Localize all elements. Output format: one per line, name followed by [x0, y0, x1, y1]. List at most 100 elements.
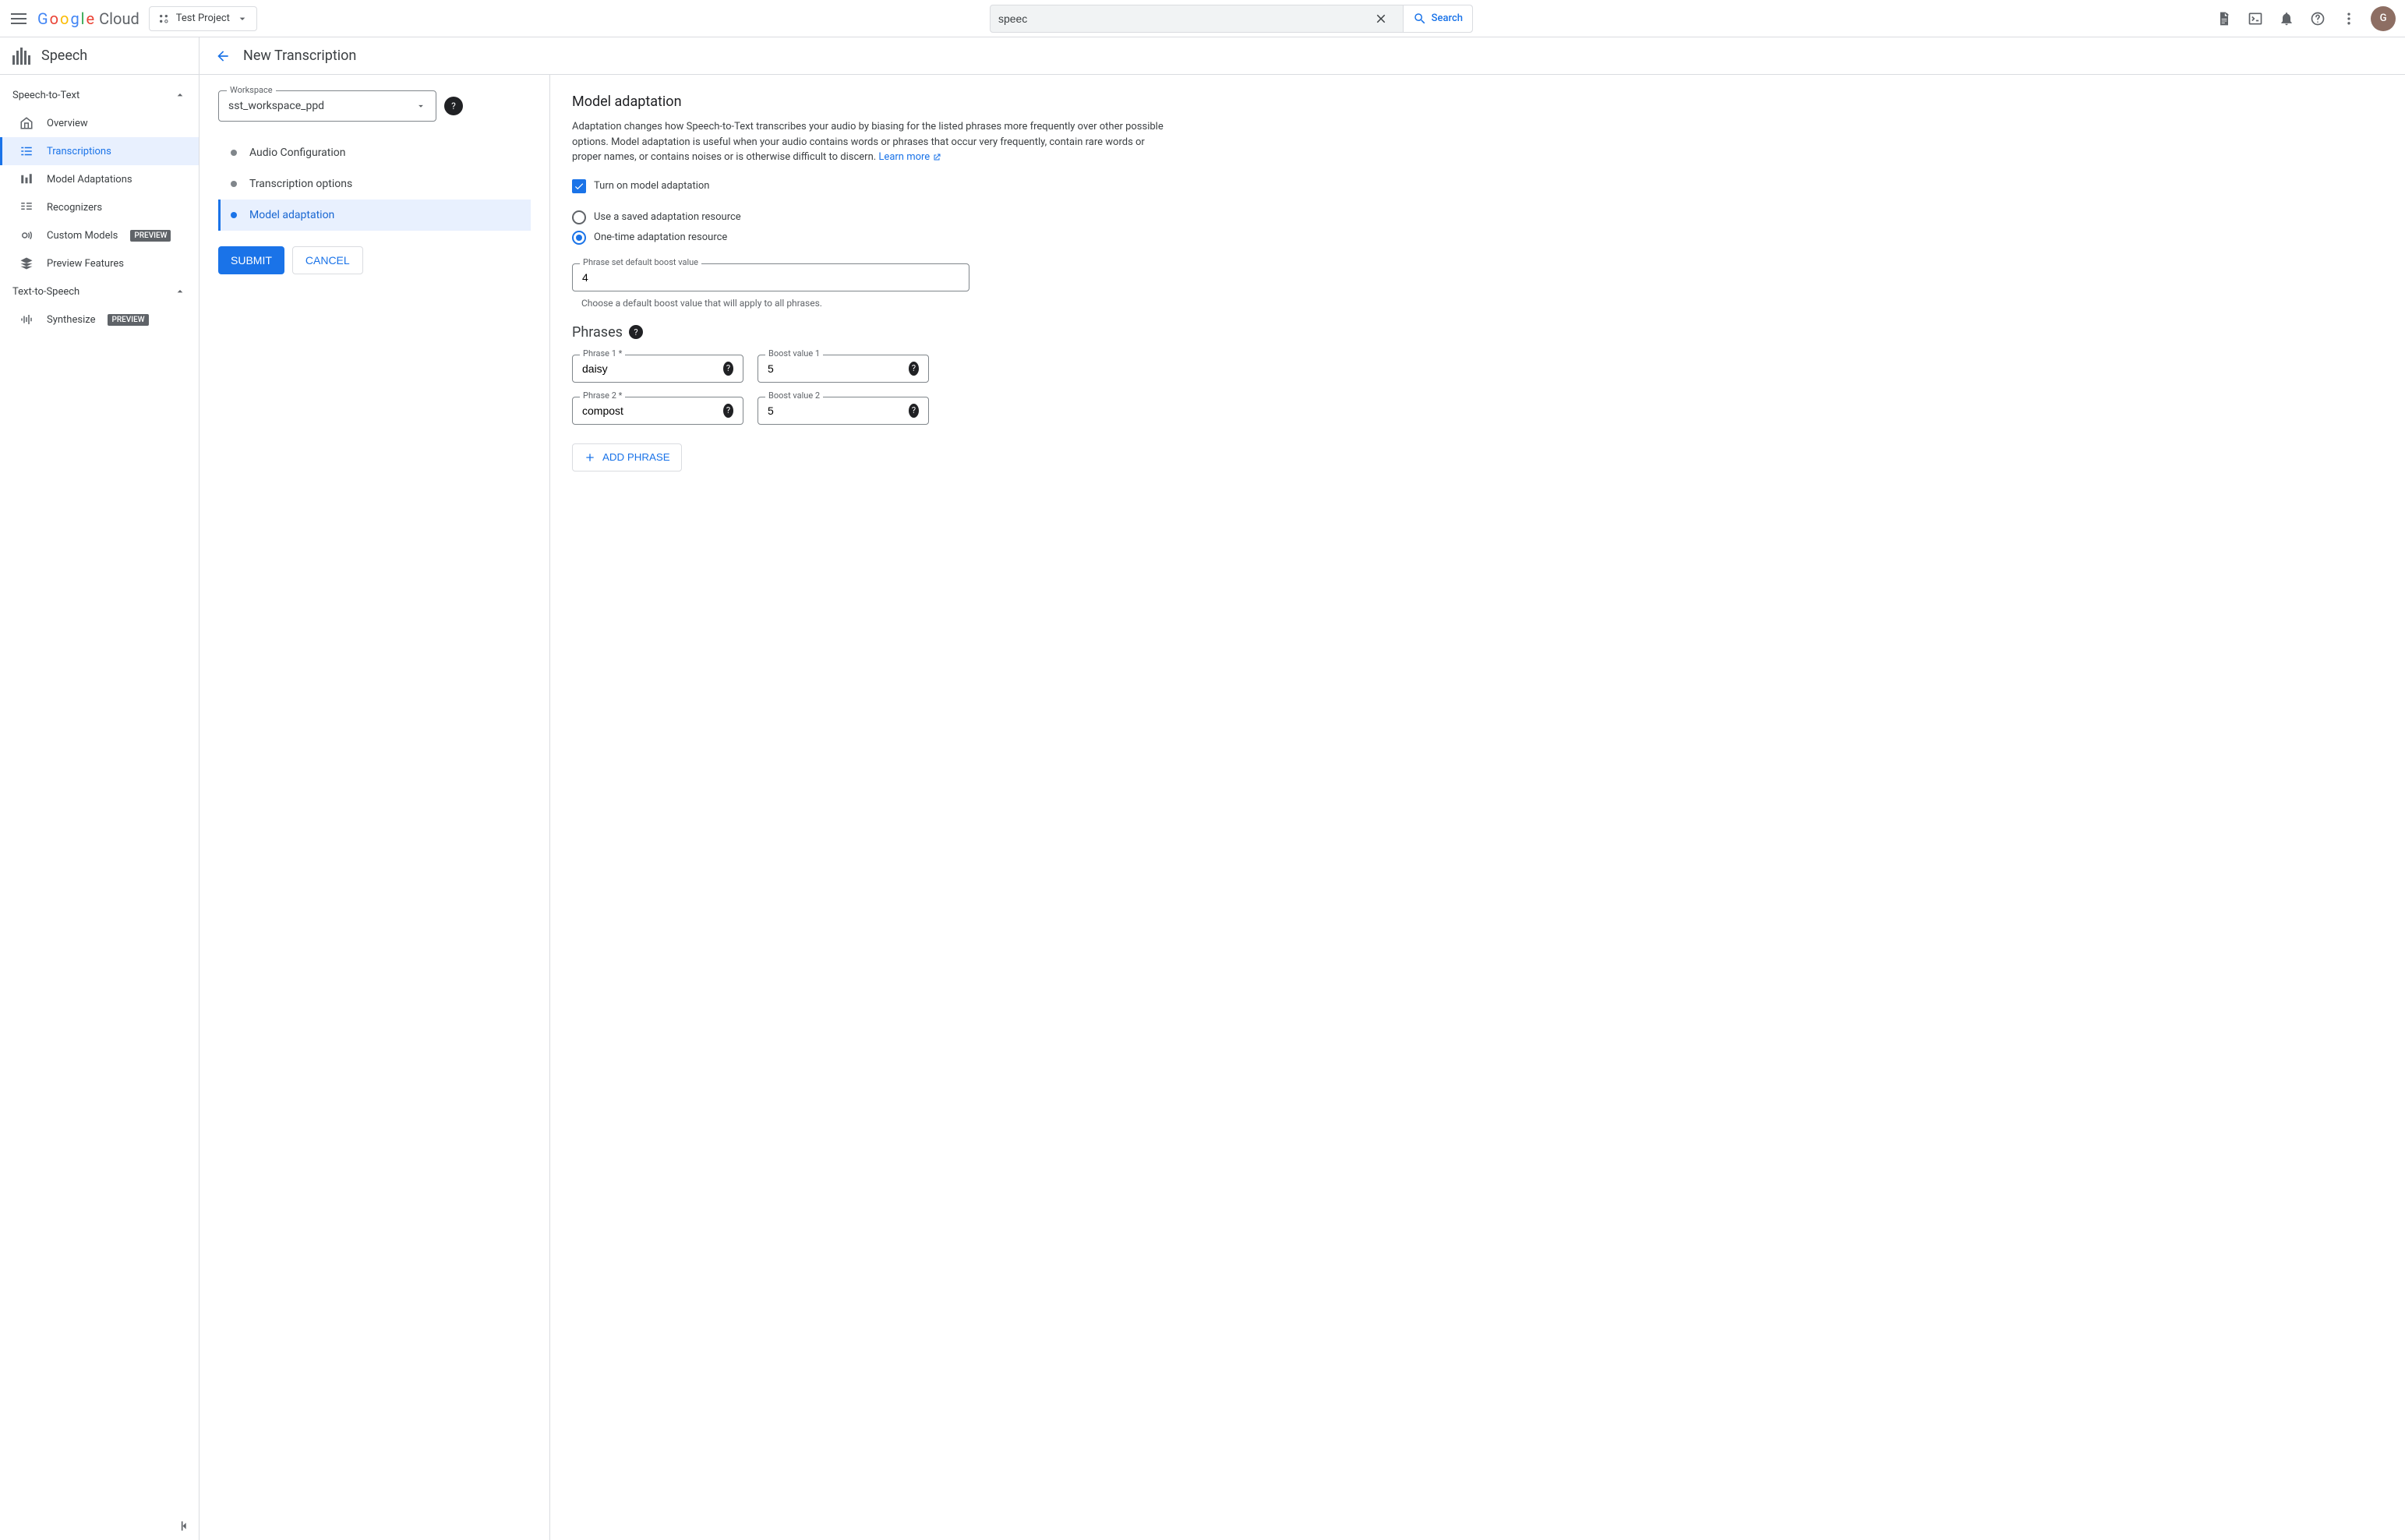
chevron-down-icon — [236, 12, 249, 25]
workspace-select[interactable]: Workspace sst_workspace_ppd — [218, 90, 436, 122]
steps-column: Workspace sst_workspace_ppd ? Audio Conf… — [200, 75, 550, 1540]
page-title: New Transcription — [243, 48, 356, 64]
field-label: Phrase 1 * — [580, 348, 625, 359]
avatar[interactable]: G — [2371, 6, 2396, 31]
phrase-1-field-wrap: Phrase 1 * ? — [572, 355, 743, 383]
workspace-value: sst_workspace_ppd — [228, 100, 415, 112]
help-icon[interactable]: ? — [723, 404, 733, 418]
sidebar-item-synthesize[interactable]: Synthesize PREVIEW — [0, 306, 199, 334]
section-title: Model adaptation — [572, 94, 2383, 110]
search-icon — [1413, 12, 1427, 26]
layers-icon — [19, 256, 34, 270]
phrase-2-input[interactable] — [582, 404, 723, 417]
phrases-grid: Phrase 1 * ? Boost value 1 ? Phrase 2 * … — [572, 355, 2383, 431]
default-boost-field — [572, 263, 969, 291]
help-icon[interactable]: ? — [909, 362, 919, 376]
sidebar-item-overview[interactable]: Overview — [0, 109, 199, 137]
workspace-label: Workspace — [227, 85, 276, 95]
product-header: Speech — [0, 37, 200, 74]
waveform-icon — [19, 313, 34, 327]
help-icon[interactable]: ? — [629, 325, 643, 339]
learn-more-link[interactable]: Learn more — [878, 151, 941, 163]
sidebar-item-preview-features[interactable]: Preview Features — [0, 249, 199, 277]
boost-2-input[interactable] — [768, 404, 909, 417]
step-model-adaptation[interactable]: Model adaptation — [218, 200, 531, 231]
preview-badge: PREVIEW — [108, 314, 148, 326]
search-input[interactable] — [998, 12, 1372, 25]
step-dot-icon — [231, 212, 237, 218]
nav-label: Overview — [47, 118, 88, 129]
project-name: Test Project — [176, 12, 230, 24]
docs-icon[interactable] — [2215, 9, 2234, 28]
nav-section-tts[interactable]: Text-to-Speech — [0, 277, 199, 306]
help-icon[interactable]: ? — [723, 362, 733, 376]
list-icon — [19, 144, 34, 158]
plus-icon — [584, 451, 596, 464]
search-button[interactable]: Search — [1403, 5, 1472, 32]
sidebar-item-custom-models[interactable]: Custom Models PREVIEW — [0, 221, 199, 249]
phrases-title-text: Phrases — [572, 324, 623, 341]
google-cloud-logo[interactable]: Google Cloud — [37, 9, 139, 28]
external-link-icon — [932, 153, 941, 162]
nav-section-stt-label: Speech-to-Text — [12, 90, 79, 101]
radio-onetime-resource[interactable]: One-time adaptation resource — [572, 228, 2383, 248]
product-bar: Speech New Transcription — [0, 37, 2405, 75]
adaptation-resource-radio-group: Use a saved adaptation resource One-time… — [572, 207, 2383, 248]
sidebar-item-model-adaptations[interactable]: Model Adaptations — [0, 165, 199, 193]
field-label: Boost value 1 — [765, 348, 823, 359]
speech-product-icon — [12, 48, 30, 65]
checkbox-label: Turn on model adaptation — [594, 180, 709, 192]
steps-list: Audio Configuration Transcription option… — [218, 137, 531, 231]
step-label: Model adaptation — [249, 209, 334, 221]
back-arrow-icon[interactable] — [215, 48, 231, 64]
content: Workspace sst_workspace_ppd ? Audio Conf… — [200, 75, 2405, 1540]
default-boost-field-wrap: Phrase set default boost value — [572, 263, 969, 291]
sidebar: Speech-to-Text Overview Transcriptions M… — [0, 75, 200, 1540]
boost-1-field-wrap: Boost value 1 ? — [758, 355, 929, 383]
menu-icon[interactable] — [9, 9, 28, 28]
default-boost-input[interactable] — [582, 271, 959, 284]
search-box: Search — [990, 5, 1473, 33]
add-phrase-label: ADD PHRASE — [602, 451, 670, 463]
nav-label: Preview Features — [47, 258, 124, 270]
field-label: Phrase 2 * — [580, 390, 625, 401]
sidebar-item-recognizers[interactable]: Recognizers — [0, 193, 199, 221]
page-header: New Transcription — [200, 37, 372, 74]
add-phrase-button[interactable]: ADD PHRASE — [572, 443, 682, 472]
chevron-up-icon — [174, 285, 186, 298]
help-icon[interactable]: ? — [444, 97, 463, 115]
project-selector[interactable]: Test Project — [149, 6, 257, 31]
turn-on-adaptation-row: Turn on model adaptation — [572, 179, 2383, 193]
help-icon[interactable]: ? — [909, 404, 919, 418]
adaptation-checkbox[interactable] — [572, 179, 586, 193]
radio-saved-resource[interactable]: Use a saved adaptation resource — [572, 207, 2383, 228]
logo-cloud-text: Cloud — [99, 9, 139, 28]
submit-button[interactable]: SUBMIT — [218, 246, 284, 274]
phrase-1-input[interactable] — [582, 362, 723, 375]
nav-label: Recognizers — [47, 202, 102, 214]
nav-section-tts-label: Text-to-Speech — [12, 286, 79, 298]
cloud-shell-icon[interactable] — [2246, 9, 2265, 28]
step-dot-icon — [231, 150, 237, 156]
cancel-button[interactable]: CANCEL — [292, 246, 363, 274]
top-icons: G — [2215, 6, 2396, 31]
project-icon — [157, 12, 170, 25]
help-icon[interactable] — [2308, 9, 2327, 28]
radio-label: Use a saved adaptation resource — [594, 211, 741, 223]
sidebar-item-transcriptions[interactable]: Transcriptions — [0, 137, 199, 165]
recognizers-icon — [19, 200, 34, 214]
boost-1-input[interactable] — [768, 362, 909, 375]
check-icon — [574, 181, 584, 192]
nav-section-stt[interactable]: Speech-to-Text — [0, 81, 199, 109]
notifications-icon[interactable] — [2277, 9, 2296, 28]
nav-label: Custom Models — [47, 230, 118, 242]
section-description: Adaptation changes how Speech-to-Text tr… — [572, 119, 1164, 165]
collapse-sidebar-icon[interactable] — [177, 1518, 192, 1534]
phrase-2-field-wrap: Phrase 2 * ? — [572, 397, 743, 425]
more-icon[interactable] — [2340, 9, 2358, 28]
step-audio-config[interactable]: Audio Configuration — [218, 137, 531, 168]
close-icon[interactable] — [1372, 12, 1390, 26]
search-container: Search — [267, 5, 2196, 33]
home-icon — [19, 116, 34, 130]
step-transcription-options[interactable]: Transcription options — [218, 168, 531, 200]
